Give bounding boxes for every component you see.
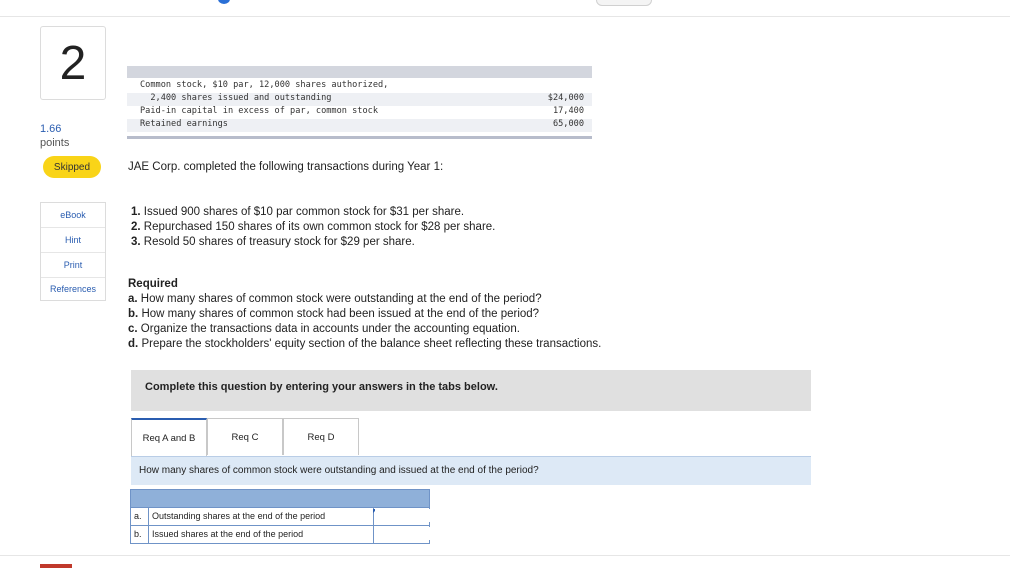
points-block: 1.66 points bbox=[40, 122, 69, 150]
ledger-bottom-bar bbox=[127, 136, 592, 139]
tab-question-bar: How many shares of common stock were out… bbox=[131, 456, 811, 485]
item-text: Prepare the stockholders' equity section… bbox=[141, 338, 602, 350]
answer-table: a. Outstanding shares at the end of the … bbox=[130, 489, 433, 544]
item-letter: b. bbox=[128, 308, 139, 320]
question-number-box: 2 bbox=[40, 26, 106, 100]
row-label: Issued shares at the end of the period bbox=[152, 529, 304, 539]
table-row: b. Issued shares at the end of the perio… bbox=[130, 526, 433, 544]
references-button[interactable]: References bbox=[41, 278, 105, 300]
answer-table-header bbox=[130, 489, 430, 508]
row-letter: b. bbox=[134, 529, 142, 539]
print-button[interactable]: Print bbox=[41, 253, 105, 278]
tab-bar: Req A and B Req C Req D bbox=[131, 418, 359, 456]
ledger-header-bar bbox=[127, 66, 592, 78]
table-row: a. Outstanding shares at the end of the … bbox=[130, 508, 433, 526]
item-number: 2. bbox=[131, 221, 141, 233]
bottom-divider bbox=[0, 555, 1010, 556]
list-item: 3. Resold 50 shares of treasury stock fo… bbox=[131, 235, 495, 250]
list-item: c. Organize the transactions data in acc… bbox=[128, 322, 601, 337]
instructions-box: Complete this question by entering your … bbox=[131, 370, 811, 411]
row-label-cell: Issued shares at the end of the period bbox=[148, 526, 374, 543]
equity-ledger: Common stock, $10 par, 12,000 shares aut… bbox=[127, 66, 592, 142]
problem-intro: JAE Corp. completed the following transa… bbox=[128, 161, 444, 173]
points-value: 1.66 bbox=[40, 123, 62, 135]
row-letter: a. bbox=[134, 511, 142, 521]
ledger-row: Common stock, $10 par, 12,000 shares aut… bbox=[127, 80, 592, 93]
points-label: points bbox=[40, 137, 70, 149]
question-number: 2 bbox=[59, 36, 87, 90]
ledger-row: 2,400 shares issued and outstanding $24,… bbox=[127, 93, 592, 106]
side-menu: eBook Hint Print References bbox=[40, 202, 106, 301]
item-text: Repurchased 150 shares of its own common… bbox=[143, 221, 496, 233]
required-section: Required a. How many shares of common st… bbox=[128, 277, 601, 352]
list-item: b. How many shares of common stock had b… bbox=[128, 307, 601, 322]
tab-req-a-b[interactable]: Req A and B bbox=[131, 418, 207, 456]
item-letter: a. bbox=[128, 293, 138, 305]
row-label: Outstanding shares at the end of the per… bbox=[152, 511, 326, 521]
item-text: How many shares of common stock were out… bbox=[140, 293, 542, 305]
tab-req-d[interactable]: Req D bbox=[283, 418, 359, 455]
item-text: How many shares of common stock had been… bbox=[141, 308, 540, 320]
item-number: 1. bbox=[131, 206, 141, 218]
ledger-name: Retained earnings bbox=[140, 119, 228, 129]
hint-button[interactable]: Hint bbox=[41, 228, 105, 253]
list-item: a. How many shares of common stock were … bbox=[128, 292, 601, 307]
row-label-cell: Outstanding shares at the end of the per… bbox=[148, 508, 374, 525]
list-item: d. Prepare the stockholders' equity sect… bbox=[128, 337, 601, 352]
bottom-logo-mark bbox=[40, 564, 72, 568]
ledger-row: Retained earnings 65,000 bbox=[127, 119, 592, 132]
progress-dot-icon bbox=[218, 0, 230, 4]
ledger-name: 2,400 shares issued and outstanding bbox=[140, 93, 332, 103]
tab-req-c[interactable]: Req C bbox=[207, 418, 283, 455]
top-divider bbox=[0, 16, 1010, 17]
item-number: 3. bbox=[131, 236, 141, 248]
list-item: 2. Repurchased 150 shares of its own com… bbox=[131, 220, 495, 235]
ledger-amount: $24,000 bbox=[547, 93, 584, 103]
issued-shares-input[interactable] bbox=[375, 527, 433, 540]
ledger-amount: 65,000 bbox=[552, 119, 584, 129]
ledger-name: Paid-in capital in excess of par, common… bbox=[140, 106, 378, 116]
top-nav-button[interactable] bbox=[596, 0, 652, 6]
instructions-text: Complete this question by entering your … bbox=[145, 381, 498, 393]
item-text: Resold 50 shares of treasury stock for $… bbox=[143, 236, 415, 248]
ledger-amount: 17,400 bbox=[552, 106, 584, 116]
outstanding-shares-input[interactable] bbox=[375, 509, 433, 522]
list-item: 1. Issued 900 shares of $10 par common s… bbox=[131, 205, 495, 220]
item-letter: d. bbox=[128, 338, 139, 350]
item-text: Issued 900 shares of $10 par common stoc… bbox=[143, 206, 465, 218]
required-heading: Required bbox=[128, 278, 178, 290]
ledger-name: Common stock, $10 par, 12,000 shares aut… bbox=[140, 80, 389, 90]
ebook-button[interactable]: eBook bbox=[41, 203, 105, 228]
item-text: Organize the transactions data in accoun… bbox=[140, 323, 520, 335]
transaction-list: 1. Issued 900 shares of $10 par common s… bbox=[131, 205, 495, 250]
item-letter: c. bbox=[128, 323, 138, 335]
status-badge: Skipped bbox=[43, 156, 101, 178]
ledger-row: Paid-in capital in excess of par, common… bbox=[127, 106, 592, 119]
tab-question-text: How many shares of common stock were out… bbox=[139, 465, 539, 476]
